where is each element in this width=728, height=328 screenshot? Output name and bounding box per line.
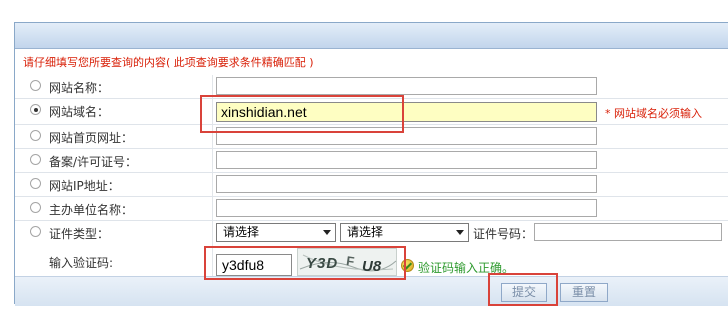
radio-license-no[interactable] [30,154,41,165]
site-name-input[interactable] [216,77,597,95]
radio-site-name[interactable] [30,80,41,91]
panel-header [15,23,728,49]
radio-ip[interactable] [30,178,41,189]
chevron-down-icon [456,230,464,235]
row-organizer: 主办单位名称： [15,197,728,221]
ip-input[interactable] [216,175,597,193]
label-cert-type: 证件类型： [49,227,110,241]
radio-cert-type[interactable] [30,226,41,237]
radio-domain[interactable] [30,104,41,115]
cert-type-select-value: 请选择 [223,225,260,239]
cert-subtype-select-value: 请选择 [347,225,384,239]
chevron-down-icon [323,230,331,235]
cert-type-select[interactable]: 请选择 [216,223,336,242]
label-ip: 网站IP地址： [49,179,120,193]
highlight-submit-box [488,273,558,306]
domain-required-note: * 网站域名必须输入 [605,107,702,120]
radio-organizer[interactable] [30,202,41,213]
license-no-input[interactable] [216,151,597,169]
highlight-domain-box [200,95,404,133]
reset-button[interactable]: 重置 [560,283,608,302]
form-footer: 提交 重置 [15,276,728,306]
row-license-no: 备案/许可证号： [15,149,728,173]
label-site-name: 网站名称： [49,81,110,95]
highlight-captcha-box [204,246,406,280]
label-captcha: 输入验证码: [49,256,114,270]
label-organizer: 主办单位名称： [49,203,134,217]
form-instruction: 请仔细填写您所要查询的内容( 此项查询要求条件精确匹配 ) [23,56,314,69]
radio-homepage-url[interactable] [30,130,41,141]
row-cert-type: 证件类型： 请选择 请选择 证件号码： [15,221,728,245]
organizer-input[interactable] [216,199,597,217]
label-domain: 网站域名： [49,105,110,119]
cert-subtype-select[interactable]: 请选择 [340,223,469,242]
label-license-no: 备案/许可证号： [49,155,138,169]
label-homepage-url: 网站首页网址： [49,131,134,145]
label-cert-number: 证件号码： [473,227,534,241]
row-ip: 网站IP地址： [15,173,728,197]
cert-number-input[interactable] [534,223,722,241]
